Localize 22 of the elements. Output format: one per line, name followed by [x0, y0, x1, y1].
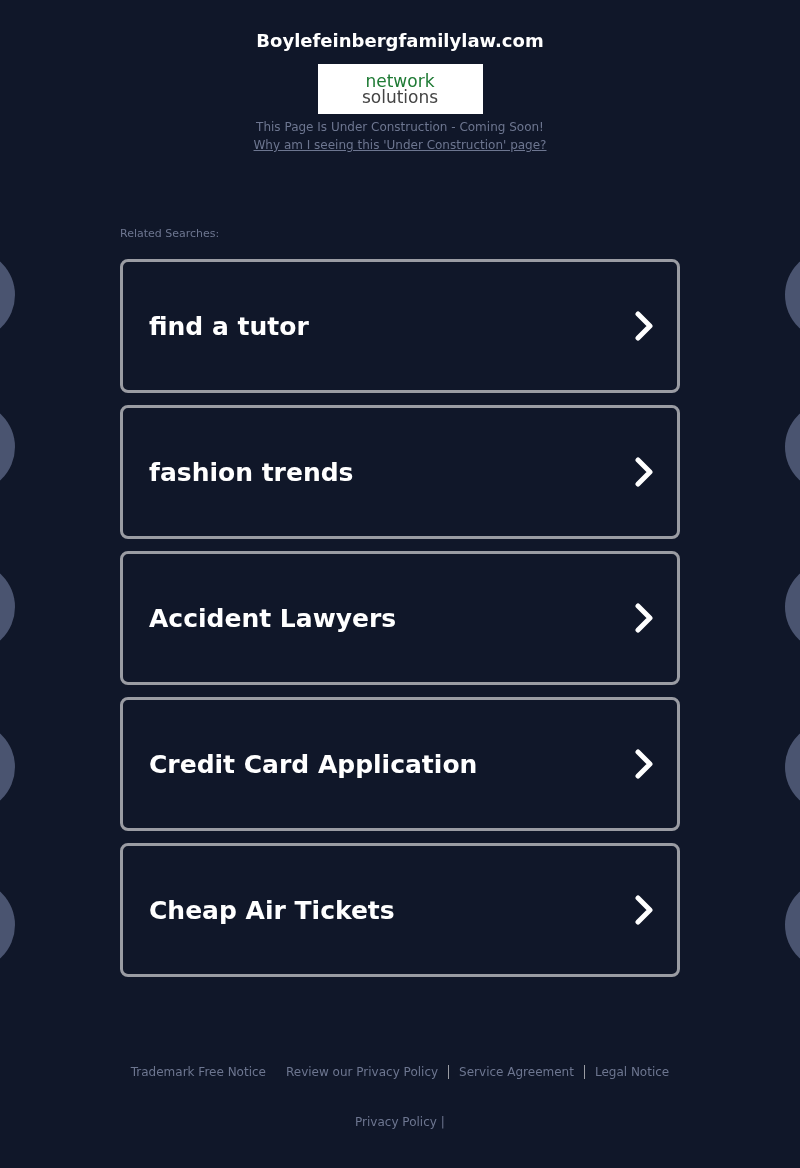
site-title: Boylefeinbergfamilylaw.com [256, 30, 544, 52]
search-link[interactable]: Cheap Air Tickets [120, 843, 680, 977]
footer-link[interactable]: Legal Notice [583, 1065, 680, 1079]
related-label: Related Searches: [120, 226, 220, 242]
footer-link[interactable]: Trademark Free Notice [120, 1065, 276, 1079]
search-link[interactable]: find a tutor [120, 259, 680, 393]
privacy-link[interactable]: Privacy Policy [355, 1115, 437, 1129]
chevron-icon [635, 603, 653, 633]
search-link[interactable]: Credit Card Application [120, 697, 680, 831]
why-link[interactable]: Why am I seeing this 'Under Construction' page? [253, 136, 547, 154]
search-link[interactable]: Accident Lawyers [120, 551, 680, 685]
footer-link[interactable]: Service Agreement [448, 1065, 584, 1079]
search-link[interactable]: fashion trends [120, 405, 680, 539]
chevron-icon [635, 457, 653, 487]
chevron-icon [635, 895, 653, 925]
logo-text: network [365, 73, 435, 89]
footer-link[interactable]: Review our Privacy Policy [276, 1065, 449, 1079]
separator: | [440, 1115, 445, 1129]
chevron-icon [635, 311, 653, 341]
chevron-icon [635, 749, 653, 779]
notice-text: This Page Is Under Construction - Coming Soon! [256, 119, 544, 136]
logo-text: solutions [361, 89, 439, 105]
